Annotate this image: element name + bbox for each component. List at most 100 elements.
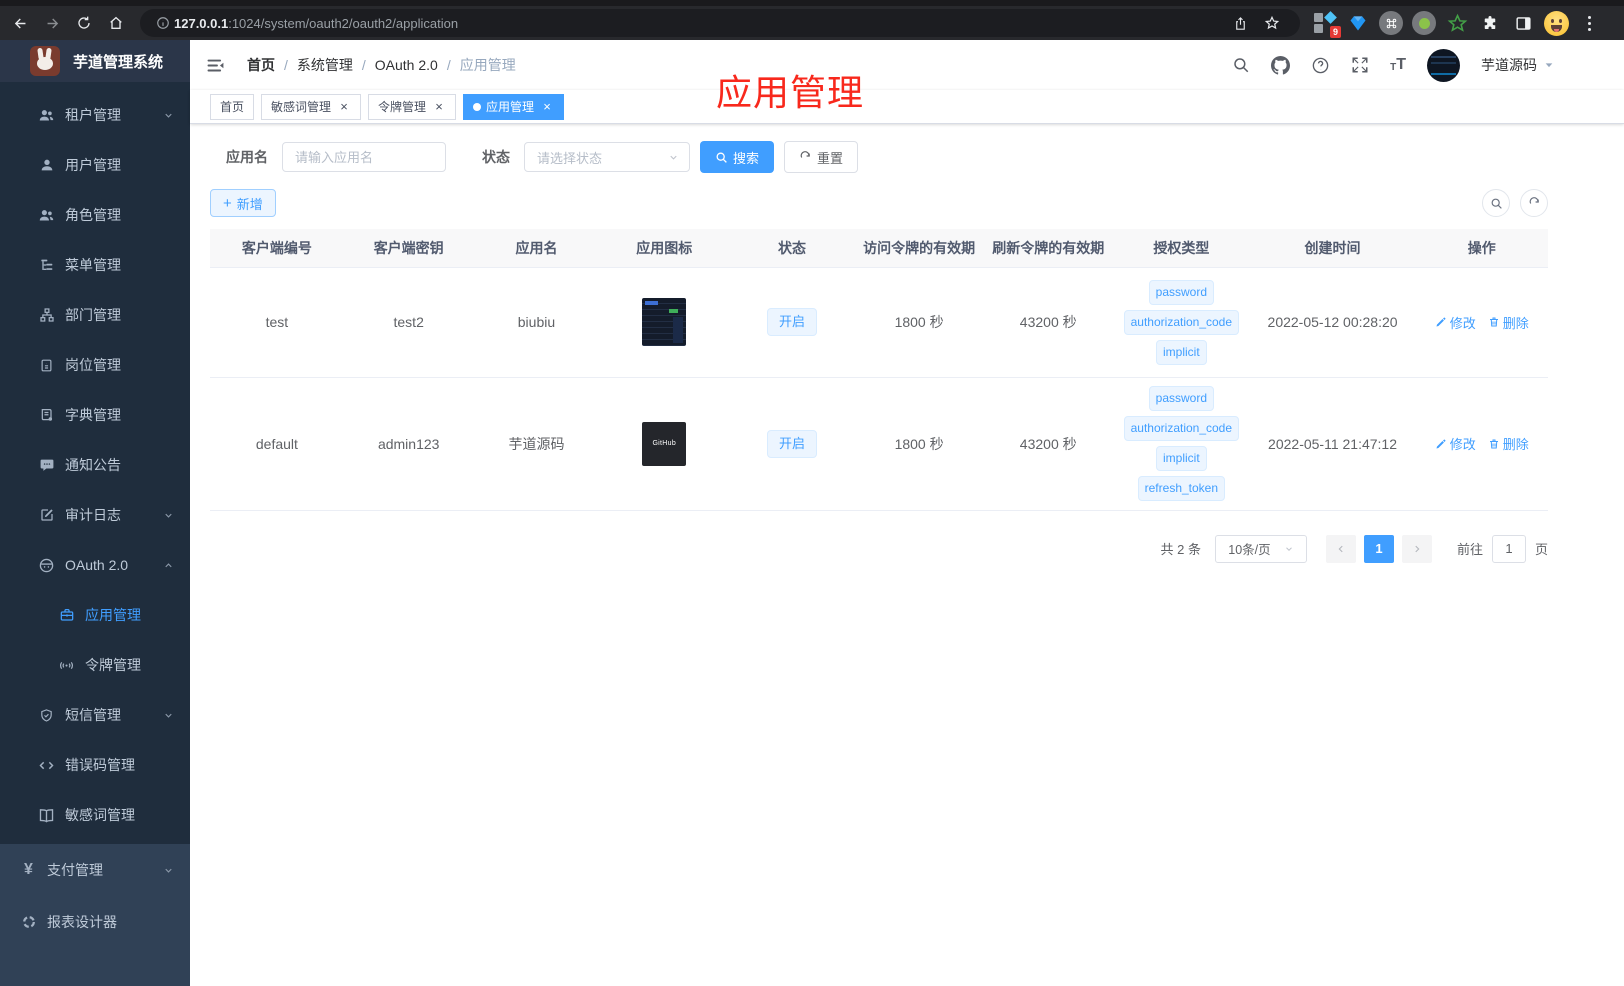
font-size-icon[interactable]: TT: [1390, 57, 1406, 73]
star-extension-icon[interactable]: [1444, 10, 1470, 36]
app-icon-thumbnail[interactable]: [642, 298, 687, 346]
chevron-down-icon: [1285, 546, 1292, 551]
client-secret-cell: admin123: [343, 377, 474, 511]
sidebar-item-report-designer[interactable]: 报表设计器: [0, 896, 190, 948]
refresh-icon: [800, 150, 810, 158]
breadcrumb-system[interactable]: 系统管理: [297, 55, 353, 75]
sidebar-item-dict[interactable]: 字典管理: [0, 390, 190, 440]
users-icon: [38, 107, 55, 124]
devtools-extension-icon[interactable]: 9: [1312, 10, 1341, 38]
grant-tag: authorization_code: [1123, 309, 1240, 335]
org-tree-icon: [38, 307, 55, 324]
close-icon[interactable]: ×: [337, 100, 351, 114]
sidebar-item-post[interactable]: 岗位管理: [0, 340, 190, 390]
next-page-button[interactable]: [1401, 534, 1432, 563]
sidebar-item-oauth2-token[interactable]: 令牌管理: [0, 640, 190, 690]
trash-icon: [1489, 317, 1498, 327]
client-id-cell: default: [210, 377, 344, 511]
sidebar-item-menu[interactable]: 菜单管理: [0, 240, 190, 290]
extensions-puzzle-icon[interactable]: [1477, 10, 1503, 36]
browser-reload-button[interactable]: [68, 8, 100, 38]
chevron-down-icon: [163, 710, 174, 721]
share-icon[interactable]: [1224, 8, 1256, 38]
badge-icon: [38, 357, 55, 374]
breadcrumb: 首页 / 系统管理 / OAuth 2.0 / 应用管理: [247, 55, 516, 75]
browser-forward-button[interactable]: [36, 8, 68, 38]
gem-extension-icon[interactable]: [1345, 10, 1371, 36]
edit-pencil-icon: [1436, 439, 1446, 448]
sidebar-item-audit-log[interactable]: 审计日志: [0, 490, 190, 540]
broadcast-icon: [58, 657, 75, 674]
prev-page-button[interactable]: [1325, 534, 1356, 563]
add-button[interactable]: + 新增: [210, 189, 276, 217]
recorder-extension-icon[interactable]: [1411, 10, 1437, 36]
grant-tag: implicit: [1156, 446, 1207, 471]
browser-home-button[interactable]: [100, 8, 132, 38]
user-avatar[interactable]: [1427, 48, 1460, 82]
current-page-button[interactable]: 1: [1363, 534, 1394, 563]
sidebar-item-oauth2[interactable]: OAuth 2.0: [0, 540, 190, 590]
sidebar-item-notice[interactable]: 通知公告: [0, 440, 190, 490]
close-icon[interactable]: ×: [432, 100, 446, 114]
access-ttl-cell: 1800 秒: [854, 377, 984, 511]
refresh-table-button[interactable]: [1520, 189, 1548, 217]
client-id-cell: test: [210, 267, 344, 378]
browser-menu-icon[interactable]: [1576, 10, 1602, 36]
sidebar-item-tenant[interactable]: 租户管理: [0, 90, 190, 140]
command-extension-icon[interactable]: [1378, 10, 1404, 36]
edit-button[interactable]: 修改: [1435, 434, 1476, 453]
grant-tag: authorization_code: [1123, 416, 1240, 441]
sidebar-item-user[interactable]: 用户管理: [0, 140, 190, 190]
browser-back-button[interactable]: [4, 8, 36, 38]
profile-avatar-icon[interactable]: [1543, 10, 1569, 36]
app-icon-thumbnail[interactable]: GitHub: [642, 421, 687, 466]
help-icon[interactable]: [1311, 56, 1330, 75]
page-content: 应用名 状态 请选择状态 搜索 重置 + 新增: [190, 124, 1624, 563]
delete-button[interactable]: 删除: [1488, 434, 1529, 453]
table-header-row: 客户端编号 客户端密钥 应用名 应用图标 状态 访问令牌的有效期 刷新令牌的有效…: [210, 229, 1548, 268]
sidebar-item-role[interactable]: 角色管理: [0, 190, 190, 240]
status-select[interactable]: 请选择状态: [524, 142, 690, 172]
table-toolbar: + 新增: [210, 189, 1548, 217]
sidebar-toggle-icon[interactable]: [206, 56, 225, 75]
delete-button[interactable]: 删除: [1488, 313, 1529, 332]
close-icon[interactable]: ×: [540, 100, 554, 114]
header-search-icon[interactable]: [1232, 56, 1250, 74]
sidebar-logo[interactable]: 芋道管理系统: [0, 40, 190, 82]
tab-home[interactable]: 首页: [210, 93, 255, 120]
goto-page-input[interactable]: [1491, 534, 1526, 563]
bookmark-star-icon[interactable]: [1256, 8, 1288, 38]
total-count: 共 2 条: [1160, 542, 1201, 557]
sidebar-item-sensitive-word[interactable]: 敏感词管理: [0, 790, 190, 840]
table-row: default admin123 芋道源码 GitHub 开启 1800 秒 4…: [210, 377, 1548, 511]
access-ttl-cell: 1800 秒: [854, 267, 984, 378]
reset-button[interactable]: 重置: [784, 141, 859, 173]
sidebar-item-dept[interactable]: 部门管理: [0, 290, 190, 340]
address-bar[interactable]: 127.0.0.1:1024/system/oauth2/oauth2/appl…: [140, 9, 1300, 37]
sidebar-item-pay[interactable]: ¥ 支付管理: [0, 844, 190, 896]
sidebar-item-error-code[interactable]: 错误码管理: [0, 740, 190, 790]
client-secret-cell: test2: [343, 267, 474, 378]
sidebar-item-sms[interactable]: 短信管理: [0, 690, 190, 740]
breadcrumb-home[interactable]: 首页: [247, 55, 275, 75]
github-icon[interactable]: [1271, 55, 1291, 75]
app-name-input[interactable]: [282, 142, 446, 172]
side-panel-icon[interactable]: [1510, 10, 1536, 36]
fullscreen-icon[interactable]: [1351, 56, 1369, 74]
sidebar-item-oauth2-application[interactable]: 应用管理: [0, 590, 190, 640]
search-icon: [716, 152, 727, 163]
user-menu[interactable]: 芋道源码: [1481, 55, 1554, 75]
page-size-select[interactable]: 10条/页: [1214, 534, 1307, 563]
tab-sensitive-word[interactable]: 敏感词管理 ×: [261, 93, 362, 120]
search-button[interactable]: 搜索: [700, 141, 775, 173]
status-badge: 开启: [767, 429, 818, 458]
site-info-icon[interactable]: [152, 8, 174, 38]
edit-button[interactable]: 修改: [1435, 313, 1476, 332]
username: 芋道源码: [1481, 57, 1537, 73]
chevron-down-icon: [163, 110, 174, 121]
breadcrumb-oauth2[interactable]: OAuth 2.0: [375, 57, 438, 73]
tab-application[interactable]: 应用管理 ×: [463, 93, 565, 120]
toggle-search-button[interactable]: [1482, 189, 1510, 217]
goto-suffix: 页: [1534, 542, 1548, 557]
tab-token[interactable]: 令牌管理 ×: [368, 93, 457, 120]
